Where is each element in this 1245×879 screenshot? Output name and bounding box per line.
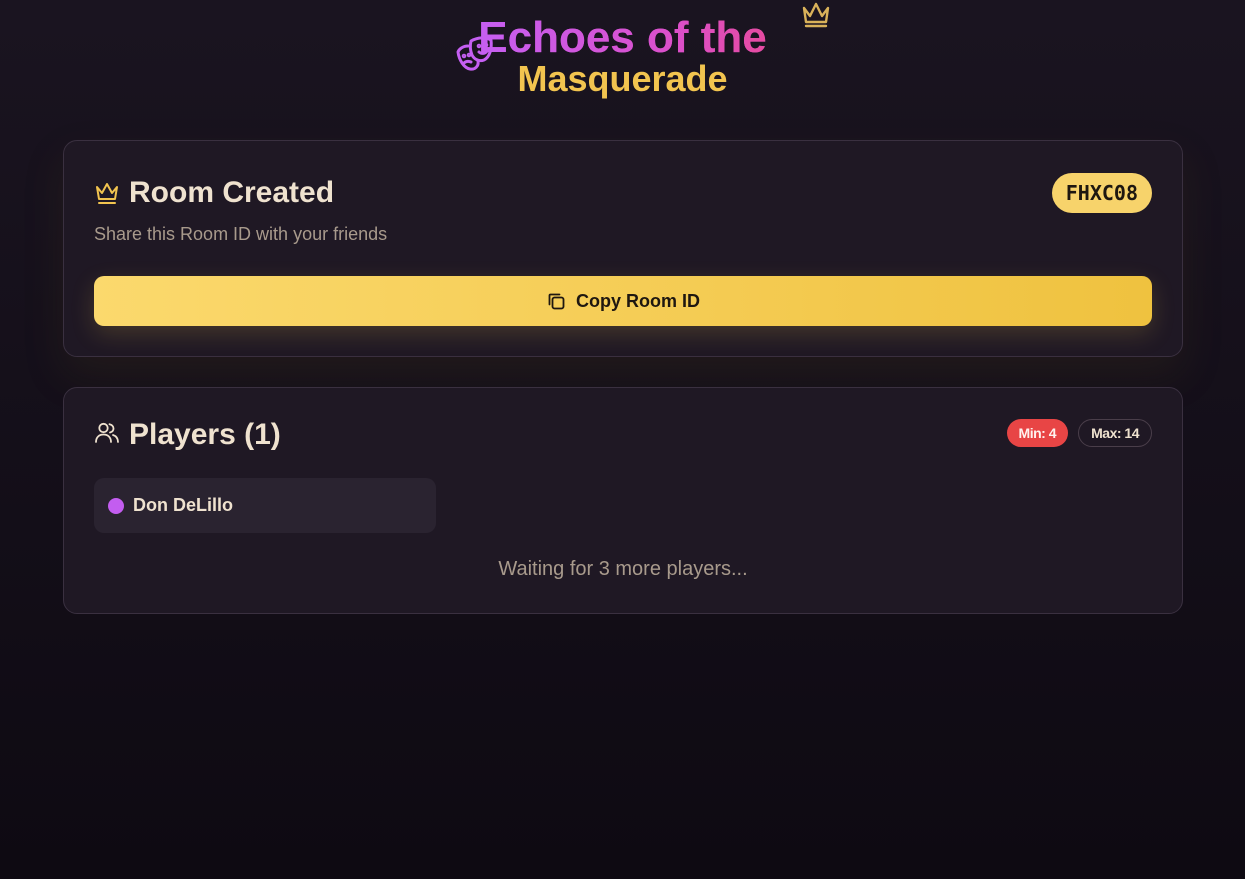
- users-icon: [95, 422, 119, 443]
- players-card: Players (1) Min: 4 Max: 14 Don DeLillo W…: [63, 387, 1183, 614]
- room-created-card: Room Created Share this Room ID with you…: [63, 140, 1183, 357]
- crown-icon: [96, 183, 118, 204]
- crown-icon: [802, 2, 830, 28]
- copy-icon: [548, 293, 565, 310]
- player-list-item: Don DeLillo: [94, 478, 436, 533]
- players-title: Players (1): [129, 418, 281, 451]
- room-share-subtitle: Share this Room ID with your friends: [94, 224, 388, 244]
- copy-room-id-button[interactable]: Copy Room ID: [94, 276, 1152, 326]
- player-name: Don DeLillo: [133, 495, 233, 515]
- room-created-title: Room Created: [129, 176, 335, 209]
- min-players-badge: Min: 4: [1006, 419, 1068, 447]
- copy-room-id-label: Copy Room ID: [576, 290, 700, 311]
- waiting-status-text: Waiting for 3 more players...: [498, 558, 748, 580]
- app-header: Echoes of the Masquerade: [0, 0, 1245, 120]
- max-players-badge: Max: 14: [1078, 419, 1152, 447]
- player-status-dot: [108, 498, 124, 514]
- room-id-badge: FHXC08: [1051, 173, 1152, 213]
- app-title-line2: Masquerade: [517, 58, 728, 99]
